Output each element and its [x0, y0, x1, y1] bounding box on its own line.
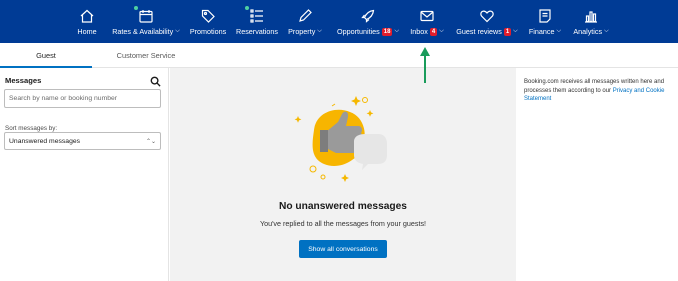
nav-property-label: Property — [288, 27, 316, 36]
nav-rates-label: Rates & Availability — [112, 27, 174, 36]
nav-analytics-label: Analytics — [573, 27, 603, 36]
empty-state-title: No unanswered messages — [279, 201, 407, 212]
nav-finance-label: Finance — [528, 27, 555, 36]
guest-reviews-count-badge: 1 — [503, 27, 512, 36]
nav-guest-reviews-label: Guest reviews — [456, 27, 502, 36]
nav-reservations[interactable]: Reservations — [235, 0, 279, 43]
notification-dot — [134, 6, 138, 10]
messages-title: Messages — [5, 76, 42, 85]
envelope-icon — [419, 8, 435, 24]
nav-promotions-label: Promotions — [189, 27, 227, 36]
rocket-icon — [360, 8, 376, 24]
nav-opportunities-label: Opportunities — [337, 27, 380, 36]
chevron-down-icon: ⌵ — [604, 28, 609, 34]
show-all-conversations-button[interactable]: Show all conversations — [299, 240, 387, 258]
conversation-area: No unanswered messages You've replied to… — [170, 68, 516, 281]
chevron-down-icon: ⌵ — [394, 28, 399, 34]
chevron-down-icon: ⌵ — [439, 28, 444, 34]
message-search-input[interactable] — [4, 89, 161, 108]
nav-inbox-label: Inbox — [410, 27, 428, 36]
sort-selected-value: Unanswered messages — [9, 137, 81, 145]
heart-icon — [479, 8, 495, 24]
nav-guest-reviews[interactable]: Guest reviews 1 ⌵ — [454, 0, 520, 43]
messages-sidebar: Messages Sort messages by: Unanswered me… — [0, 68, 169, 281]
thumbs-up-illustration — [292, 92, 392, 187]
chevron-down-icon: ⌵ — [556, 28, 562, 34]
bar-chart-icon — [583, 8, 599, 24]
tab-customer-service[interactable]: Customer Service — [100, 43, 192, 68]
message-tabs: Guest Customer Service — [0, 43, 678, 68]
sort-label: Sort messages by: — [5, 125, 58, 132]
nav-finance[interactable]: Finance ⌵ — [527, 0, 563, 43]
empty-state-subtitle: You've replied to all the messages from … — [259, 219, 427, 228]
nav-reservations-label: Reservations — [236, 27, 278, 36]
chevron-down-icon: ⌵ — [317, 28, 322, 34]
calendar-icon — [134, 6, 154, 24]
nav-home[interactable]: Home — [76, 0, 98, 43]
nav-promotions[interactable]: Promotions — [189, 0, 227, 43]
document-icon — [537, 8, 553, 24]
tab-guest[interactable]: Guest — [0, 43, 92, 68]
sort-messages-select[interactable]: Unanswered messages ⌃⌄ — [4, 132, 161, 150]
nav-inbox[interactable]: Inbox 4 ⌵ — [408, 0, 446, 43]
notification-dot — [245, 6, 249, 10]
chevron-down-icon: ⌵ — [513, 28, 518, 34]
opportunities-count-badge: 18 — [381, 27, 393, 36]
chevron-down-icon: ⌵ — [175, 28, 180, 34]
inbox-count-badge: 4 — [429, 27, 438, 36]
nav-rates-availability[interactable]: Rates & Availability ⌵ — [111, 0, 181, 43]
nav-analytics[interactable]: Analytics ⌵ — [570, 0, 612, 43]
select-arrows-icon: ⌃⌄ — [145, 138, 156, 145]
home-icon — [79, 8, 95, 24]
info-panel: Booking.com receives all messages writte… — [517, 68, 678, 281]
top-navigation-bar: Home Rates & Availability ⌵ Promotions Re… — [0, 0, 678, 43]
pencil-icon — [297, 8, 313, 24]
nav-opportunities[interactable]: Opportunities 18 ⌵ — [335, 0, 401, 43]
annotation-arrow-icon — [419, 46, 431, 84]
tag-icon — [200, 8, 216, 24]
nav-home-label: Home — [77, 27, 97, 36]
nav-property[interactable]: Property ⌵ — [287, 0, 323, 43]
list-icon — [245, 6, 265, 24]
privacy-note: Booking.com receives all messages writte… — [524, 78, 674, 104]
search-icon[interactable] — [150, 74, 161, 87]
